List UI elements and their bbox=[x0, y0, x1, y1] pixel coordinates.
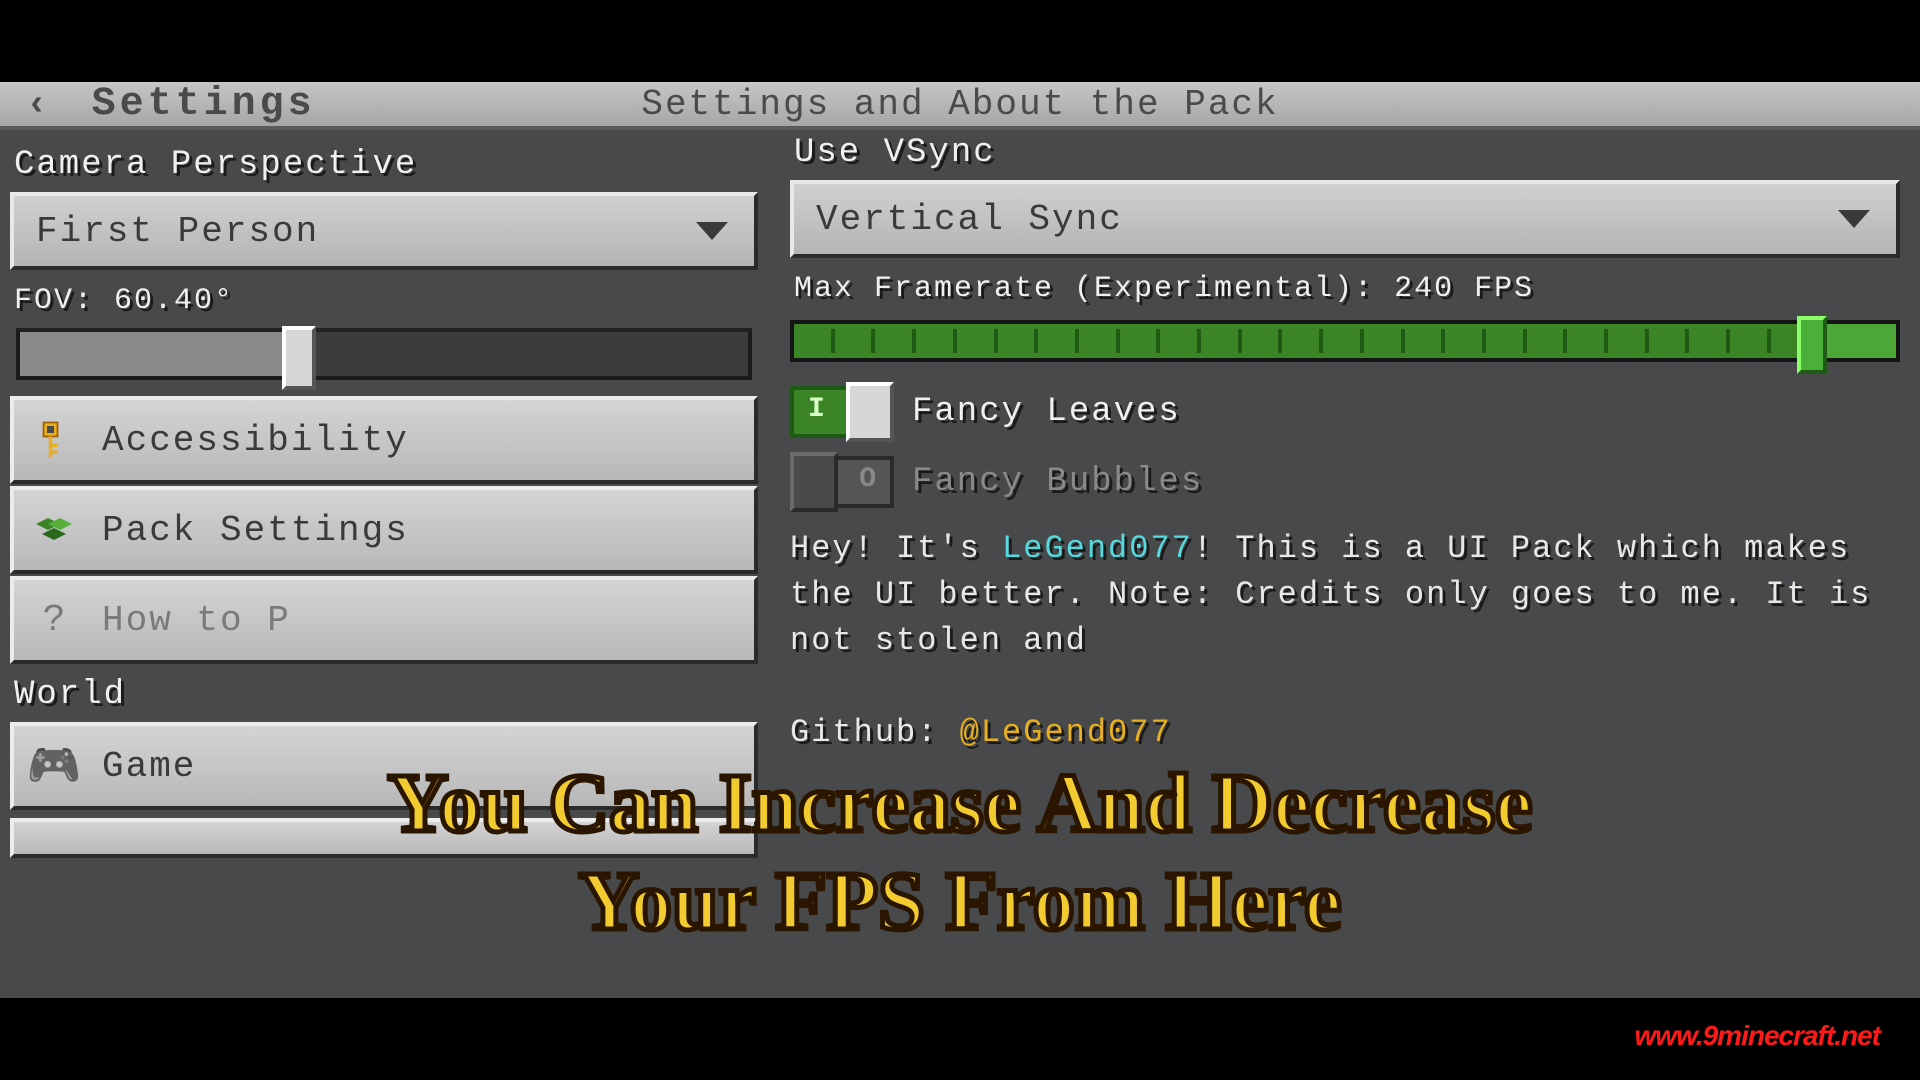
caption-line2: Your FPS From Here bbox=[579, 858, 1342, 946]
fancy-bubbles-label: Fancy Bubbles bbox=[912, 463, 1203, 501]
fov-label: FOV: 60.40° bbox=[14, 284, 758, 318]
chevron-down-icon bbox=[696, 222, 728, 240]
fov-slider-fill bbox=[20, 332, 289, 376]
pack-info-text: Hey! It's LeGend077! This is a UI Pack w… bbox=[790, 526, 1900, 756]
vsync-label: Use VSync bbox=[794, 134, 1900, 172]
nav-pack-settings[interactable]: Pack Settings bbox=[10, 486, 758, 574]
camera-perspective-value: First Person bbox=[36, 211, 319, 252]
fancy-leaves-toggle[interactable] bbox=[790, 386, 894, 438]
framerate-label: Max Framerate (Experimental): 240 FPS bbox=[794, 272, 1900, 306]
camera-perspective-select[interactable]: First Person bbox=[10, 192, 758, 270]
controller-icon: 🎮 bbox=[30, 742, 78, 790]
vsync-value: Vertical Sync bbox=[816, 199, 1123, 240]
framerate-slider-thumb[interactable] bbox=[1797, 316, 1827, 374]
fov-slider-thumb[interactable] bbox=[282, 326, 316, 390]
nav-game-label: Game bbox=[102, 746, 196, 787]
watermark: www.9minecraft.net bbox=[1635, 1020, 1880, 1052]
framerate-slider-end bbox=[1824, 324, 1896, 358]
header-bar: ‹ Settings Settings and About the Pack bbox=[0, 82, 1920, 130]
camera-perspective-label: Camera Perspective bbox=[14, 146, 758, 184]
framerate-slider[interactable] bbox=[790, 320, 1900, 362]
author-name: LeGend077 bbox=[1002, 530, 1193, 567]
world-section-label: World bbox=[14, 676, 758, 714]
pack-icon bbox=[30, 506, 78, 554]
nav-accessibility[interactable]: Accessibility bbox=[10, 396, 758, 484]
page-title: Settings and About the Pack bbox=[0, 84, 1920, 125]
toggle-knob bbox=[790, 452, 838, 512]
fancy-bubbles-row: Fancy Bubbles bbox=[790, 456, 1900, 508]
fancy-leaves-row: Fancy Leaves bbox=[790, 386, 1900, 438]
nav-how-to[interactable]: ? How to P bbox=[10, 576, 758, 664]
nav-how-to-label: How to P bbox=[102, 600, 291, 641]
github-handle: @LeGend077 bbox=[960, 714, 1172, 751]
fancy-bubbles-toggle[interactable] bbox=[790, 456, 894, 508]
question-icon: ? bbox=[30, 596, 78, 644]
framerate-slider-fill bbox=[794, 324, 1808, 358]
caption-line1: You Can Increase And Decrease bbox=[388, 760, 1533, 848]
toggle-knob bbox=[846, 382, 894, 442]
nav-pack-settings-label: Pack Settings bbox=[102, 510, 409, 551]
fancy-leaves-label: Fancy Leaves bbox=[912, 393, 1181, 431]
chevron-down-icon bbox=[1838, 210, 1870, 228]
key-icon bbox=[30, 416, 78, 464]
vsync-select[interactable]: Vertical Sync bbox=[790, 180, 1900, 258]
fov-slider[interactable] bbox=[16, 328, 752, 380]
nav-accessibility-label: Accessibility bbox=[102, 420, 409, 461]
